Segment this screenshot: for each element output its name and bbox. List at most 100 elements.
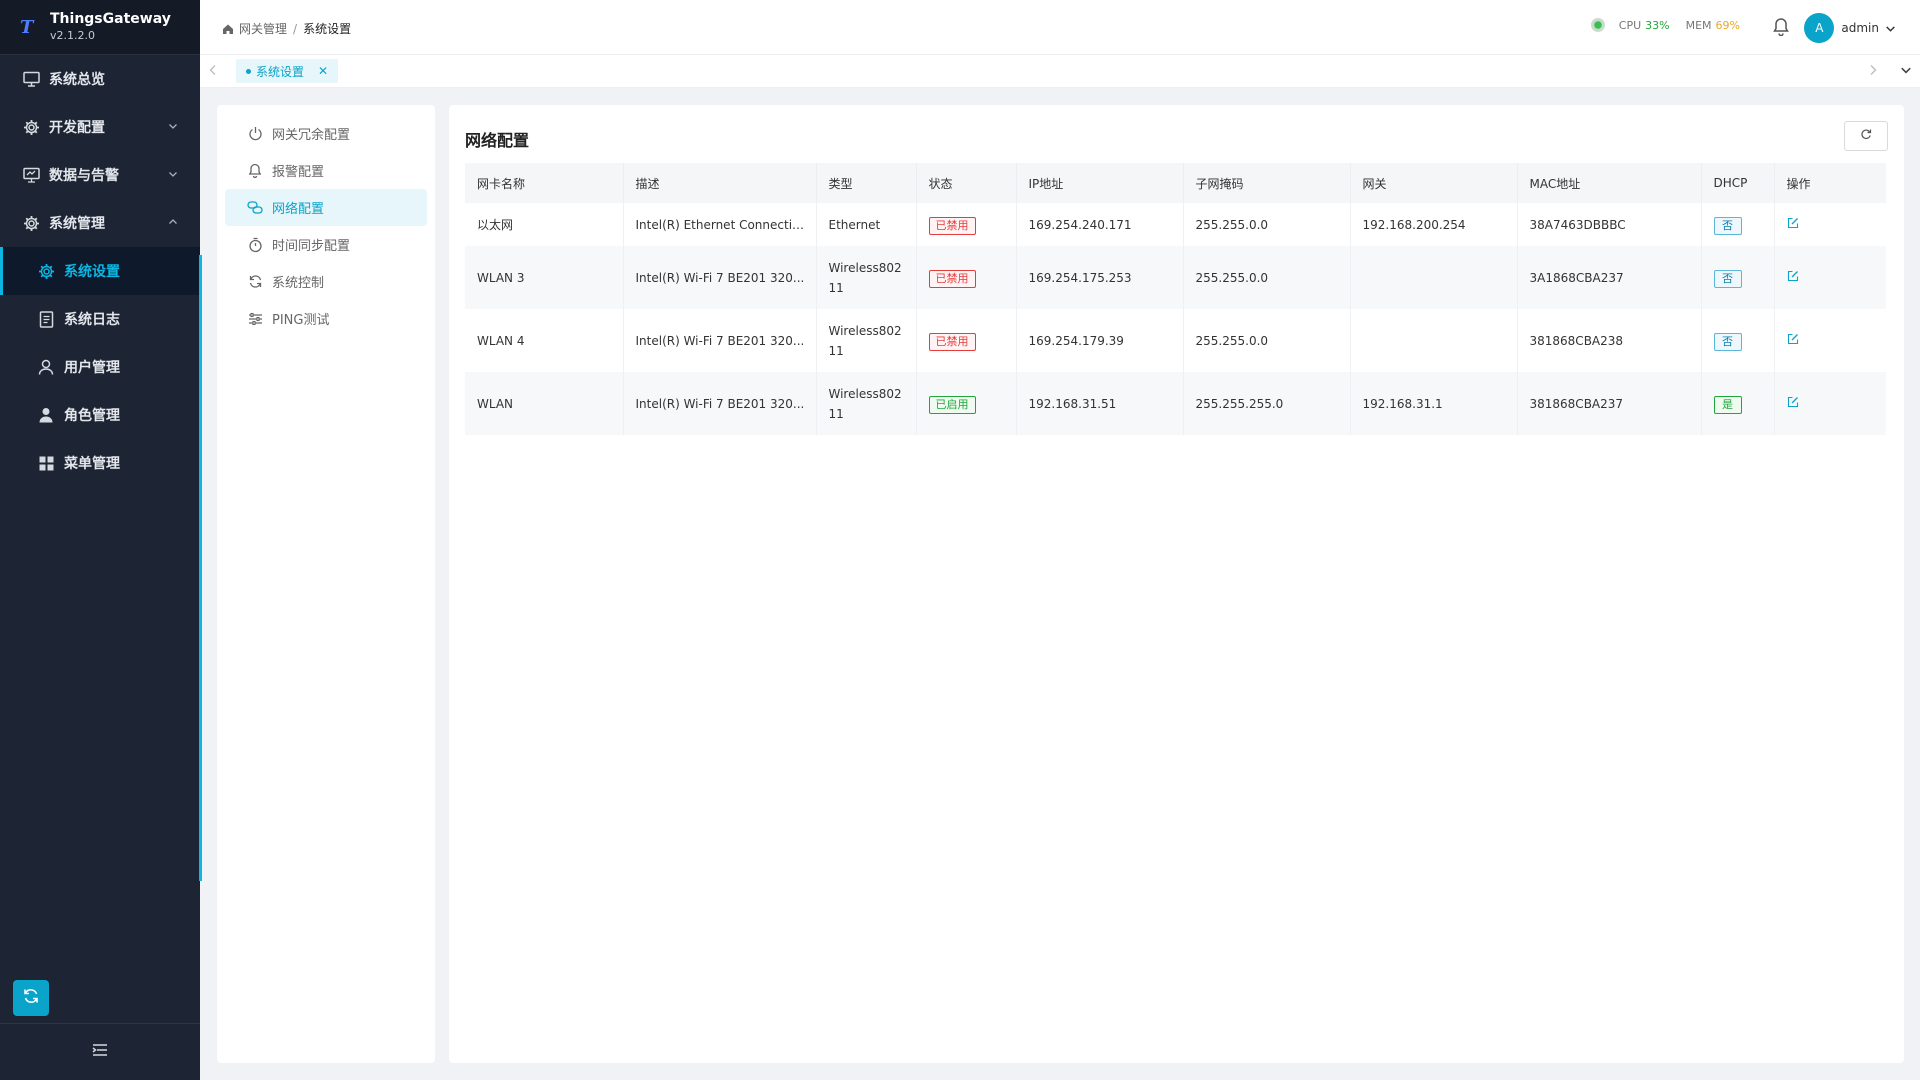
cell-actions xyxy=(1774,246,1886,309)
sidebar-scrollbar[interactable] xyxy=(199,255,202,881)
column-header: 操作 xyxy=(1774,163,1886,203)
refresh-table-button[interactable] xyxy=(1844,121,1888,151)
logo-icon: T xyxy=(20,16,34,38)
settings-nav-label: 系统控制 xyxy=(272,276,325,291)
sidebar-collapse-button[interactable] xyxy=(0,1023,200,1080)
sidebar-item-label: 用户管理 xyxy=(64,360,120,376)
tab-system-settings[interactable]: 系统设置 ✕ xyxy=(236,59,339,83)
cell-gateway: 192.168.31.1 xyxy=(1350,372,1518,435)
edit-icon[interactable] xyxy=(1787,333,1799,345)
edit-icon[interactable] xyxy=(1787,217,1799,229)
settings-nav-ping[interactable]: PING测试 xyxy=(225,300,427,337)
settings-nav-label: 网关冗余配置 xyxy=(272,128,351,143)
breadcrumb-separator: / xyxy=(293,21,298,36)
dhcp-badge: 否 xyxy=(1713,269,1742,288)
mem-value: 69% xyxy=(1715,18,1740,32)
sidebar-item-system-mgmt[interactable]: 系统管理 xyxy=(0,199,200,247)
cell-gateway: 192.168.200.254 xyxy=(1350,203,1518,246)
cell-type: Wireless80211 xyxy=(816,246,917,309)
settings-nav-label: 时间同步配置 xyxy=(272,239,351,254)
sidebar-item-label: 系统设置 xyxy=(64,264,120,280)
cell-type: Ethernet xyxy=(816,203,917,246)
column-header: 子网掩码 xyxy=(1183,163,1351,203)
status-indicator-icon xyxy=(1590,18,1605,32)
power-icon xyxy=(247,126,263,142)
close-icon[interactable]: ✕ xyxy=(318,64,328,78)
sidebar-menu: 系统总览 开发配置 数据与告警 系统管理 系统设置 系统日志 用户管理 角色管理… xyxy=(0,55,200,487)
cell-name: WLAN 4 xyxy=(465,309,624,372)
status-badge: 已启用 xyxy=(928,395,976,414)
cell-status: 已启用 xyxy=(916,372,1017,435)
cell-mac: 381868CBA237 xyxy=(1517,372,1702,435)
user-icon xyxy=(37,358,55,376)
column-header: 网卡名称 xyxy=(465,163,624,203)
cpu-value: 33% xyxy=(1645,18,1670,32)
bell-icon xyxy=(247,163,263,179)
breadcrumb-item[interactable]: 网关管理 xyxy=(239,20,287,37)
gear-icon xyxy=(22,118,40,136)
sidebar-item-data-alarm[interactable]: 数据与告警 xyxy=(0,151,200,199)
cell-mask: 255.255.0.0 xyxy=(1183,309,1351,372)
settings-nav: 网关冗余配置 报警配置 网络配置 时间同步配置 系统控制 PING测试 xyxy=(217,105,435,1063)
cell-actions xyxy=(1774,309,1886,372)
network-config-panel: 网络配置 网卡名称 描述 类型 状态 IP地址 子网掩码 网关 MAC地址 DH… xyxy=(449,105,1904,1063)
cell-name: WLAN 3 xyxy=(465,246,624,309)
chevron-down-icon[interactable] xyxy=(1900,64,1912,80)
cell-mac: 381868CBA238 xyxy=(1517,309,1702,372)
cpu-label: CPU xyxy=(1618,18,1642,32)
username: admin xyxy=(1841,21,1879,35)
sidebar-item-menu-mgmt[interactable]: 菜单管理 xyxy=(0,439,200,487)
breadcrumb: 网关管理 / 系统设置 xyxy=(222,20,351,37)
sidebar-item-label: 系统管理 xyxy=(49,216,105,232)
cell-mac: 3A1868CBA237 xyxy=(1517,246,1702,309)
cell-actions xyxy=(1774,203,1886,246)
sidebar-item-label: 角色管理 xyxy=(64,408,120,424)
chevron-up-icon xyxy=(168,215,178,231)
edit-icon[interactable] xyxy=(1787,396,1799,408)
sidebar-item-label: 系统总览 xyxy=(49,72,105,88)
column-header: MAC地址 xyxy=(1517,163,1702,203)
dhcp-badge: 是 xyxy=(1713,395,1742,414)
home-icon[interactable] xyxy=(222,23,234,35)
monitor-icon xyxy=(22,166,40,184)
refresh-icon xyxy=(22,987,40,1009)
grid-icon xyxy=(37,454,55,472)
sidebar-item-overview[interactable]: 系统总览 xyxy=(0,55,200,103)
sidebar-item-label: 开发配置 xyxy=(49,120,105,136)
cell-ip: 192.168.31.51 xyxy=(1016,372,1184,435)
gear-icon xyxy=(37,262,55,280)
edit-icon[interactable] xyxy=(1787,270,1799,282)
notification-button[interactable] xyxy=(1772,17,1790,40)
cell-gateway xyxy=(1350,309,1518,372)
chevron-right-icon[interactable] xyxy=(1868,64,1878,80)
settings-nav-redundancy[interactable]: 网关冗余配置 xyxy=(225,115,427,152)
settings-nav-time-sync[interactable]: 时间同步配置 xyxy=(225,226,427,263)
column-header: 状态 xyxy=(916,163,1017,203)
column-header: 描述 xyxy=(623,163,817,203)
sidebar-item-system-log[interactable]: 系统日志 xyxy=(0,295,200,343)
settings-nav-label: 报警配置 xyxy=(272,165,325,180)
brand[interactable]: T ThingsGateway v2.1.2.0 xyxy=(0,0,200,55)
sidebar-item-user-mgmt[interactable]: 用户管理 xyxy=(0,343,200,391)
status-badge: 已禁用 xyxy=(928,269,976,288)
settings-nav-alarm[interactable]: 报警配置 xyxy=(225,152,427,189)
sidebar-item-role-mgmt[interactable]: 角色管理 xyxy=(0,391,200,439)
user-menu[interactable]: A admin xyxy=(1804,13,1896,43)
cell-name: WLAN xyxy=(465,372,624,435)
settings-nav-network[interactable]: 网络配置 xyxy=(225,189,427,226)
sidebar-item-system-settings[interactable]: 系统设置 xyxy=(0,247,200,295)
dhcp-badge: 否 xyxy=(1713,216,1742,235)
cell-description: Intel(R) Wi-Fi 7 BE201 320... xyxy=(623,372,817,435)
refresh-button[interactable] xyxy=(13,980,49,1016)
refresh-icon xyxy=(1860,128,1872,144)
system-status: CPU 33% MEM 69% xyxy=(1590,18,1740,32)
mem-label: MEM xyxy=(1685,18,1712,32)
gear-icon xyxy=(22,214,40,232)
app-version: v2.1.2.0 xyxy=(50,28,95,42)
sync-icon xyxy=(247,274,263,290)
settings-nav-system-control[interactable]: 系统控制 xyxy=(225,263,427,300)
dhcp-badge: 否 xyxy=(1713,332,1742,351)
chevron-left-icon[interactable] xyxy=(208,64,218,80)
sidebar-item-dev-config[interactable]: 开发配置 xyxy=(0,103,200,151)
settings-nav-label: 网络配置 xyxy=(272,202,325,217)
